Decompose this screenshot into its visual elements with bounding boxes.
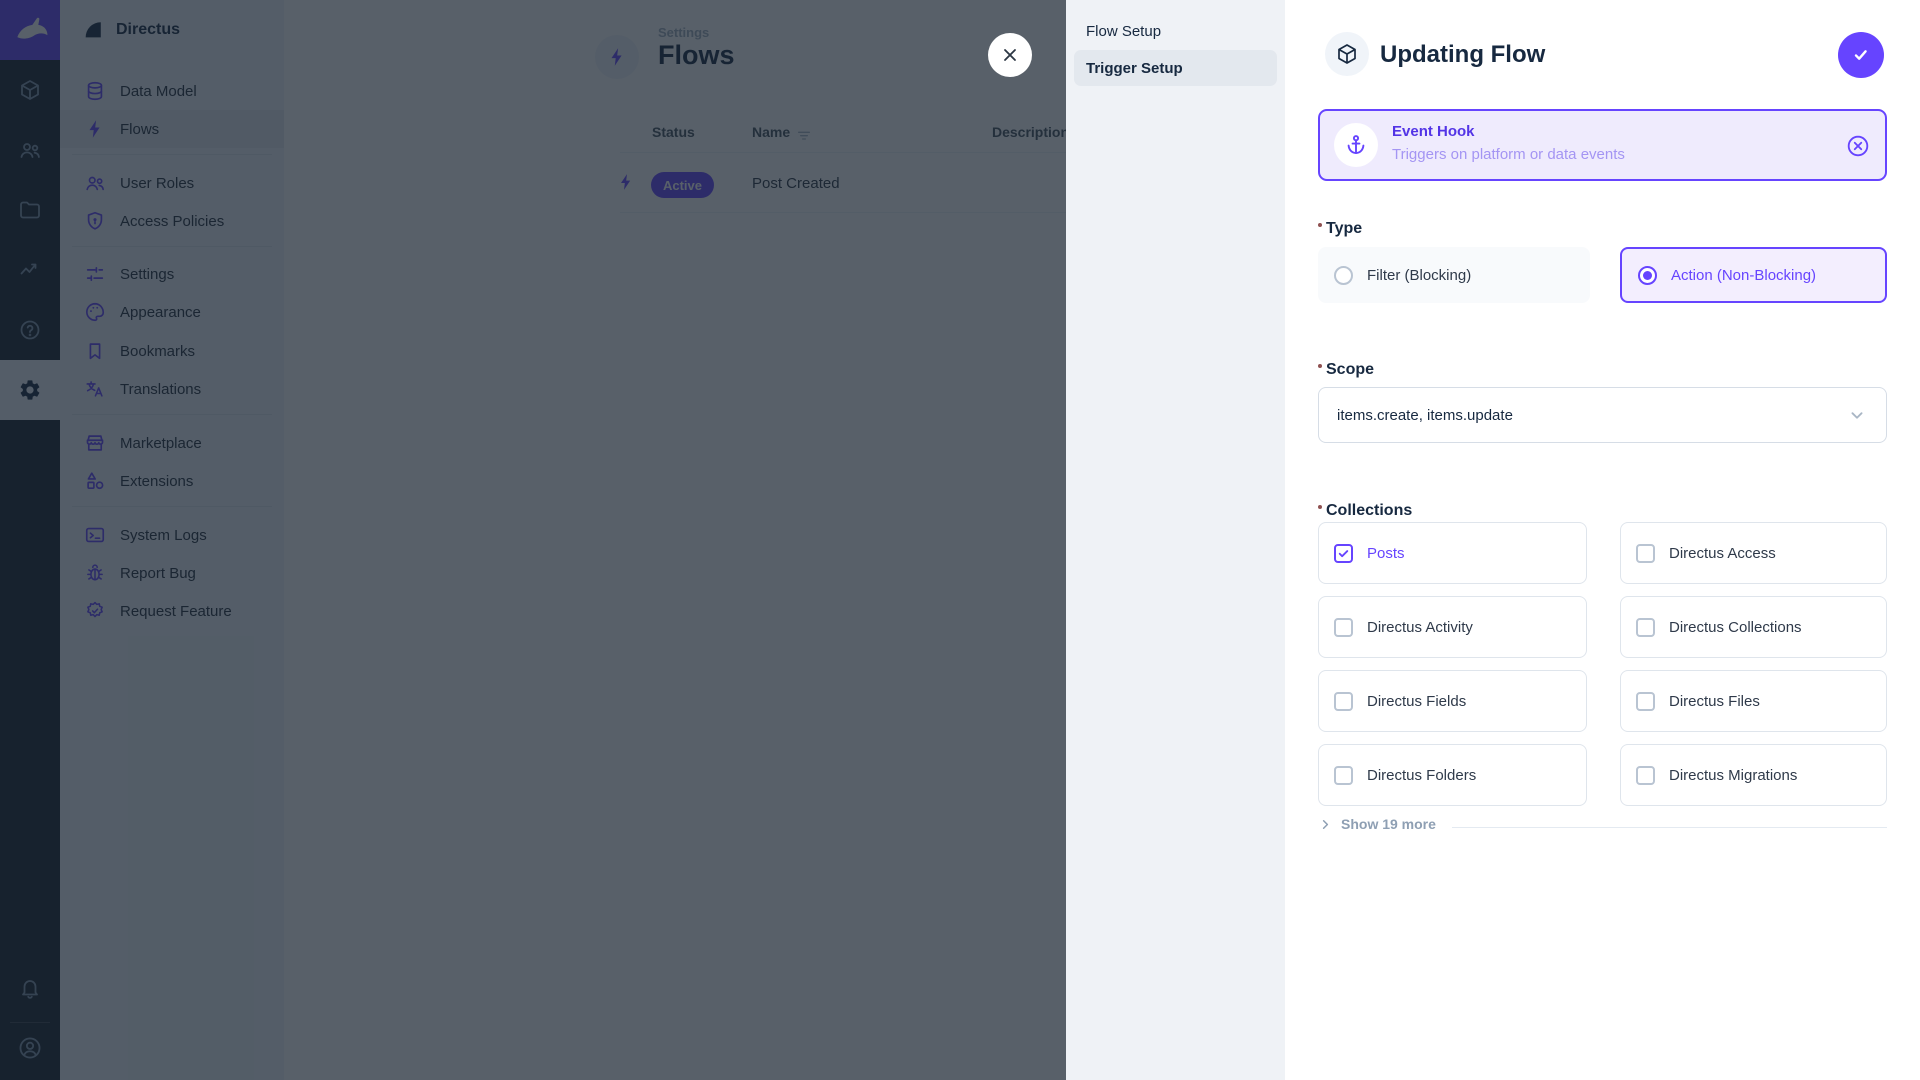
required-dot (1318, 505, 1322, 509)
chevron-right-icon (1318, 817, 1333, 832)
show-more-divider (1452, 827, 1887, 828)
check-icon (1850, 44, 1872, 66)
collection-label: Posts (1367, 545, 1405, 562)
drawer-title-icon-circle (1325, 32, 1369, 76)
collection-label: Directus Migrations (1669, 767, 1797, 784)
drawer-title: Updating Flow (1380, 41, 1545, 69)
type-option-label: Filter (Blocking) (1367, 267, 1471, 284)
collection-option-directus-fields[interactable]: Directus Fields (1318, 670, 1587, 732)
collection-label: Directus Folders (1367, 767, 1476, 784)
type-option-action[interactable]: Action (Non-Blocking) (1620, 247, 1887, 303)
type-option-label: Action (Non-Blocking) (1671, 267, 1816, 284)
drawer-backdrop[interactable] (0, 0, 1066, 1080)
collection-label: Directus Collections (1669, 619, 1802, 636)
collection-option-directus-activity[interactable]: Directus Activity (1318, 596, 1587, 658)
chevron-down-icon (1846, 404, 1868, 426)
cube-icon (1335, 42, 1359, 66)
directus-app: Directus Data Model Flows User Roles Acc… (0, 0, 1920, 1080)
collections-field-label: Collections (1326, 502, 1412, 520)
type-field-label: Type (1326, 220, 1362, 238)
trigger-type-banner[interactable]: Event Hook Triggers on platform or data … (1318, 109, 1887, 181)
collection-option-posts[interactable]: Posts (1318, 522, 1587, 584)
checkbox-icon (1636, 544, 1655, 563)
collection-label: Directus Fields (1367, 693, 1466, 710)
show-more-button[interactable]: Show 19 more (1318, 816, 1436, 832)
show-more-label: Show 19 more (1341, 816, 1436, 832)
checkbox-icon (1636, 692, 1655, 711)
checkbox-icon (1334, 692, 1353, 711)
drawer-nav-trigger-setup[interactable]: Trigger Setup (1074, 50, 1277, 86)
close-icon (1000, 45, 1020, 65)
banner-title: Event Hook (1392, 123, 1475, 140)
drawer-nav: Flow Setup Trigger Setup (1066, 0, 1285, 1080)
type-label-text: Type (1326, 220, 1362, 237)
collection-option-directus-access[interactable]: Directus Access (1620, 522, 1887, 584)
drawer-nav-flow-setup[interactable]: Flow Setup (1074, 13, 1277, 49)
scope-field-label: Scope (1326, 361, 1374, 379)
radio-off-icon (1334, 266, 1353, 285)
anchor-icon (1344, 133, 1368, 157)
collection-option-directus-migrations[interactable]: Directus Migrations (1620, 744, 1887, 806)
collection-option-directus-files[interactable]: Directus Files (1620, 670, 1887, 732)
checkbox-icon (1334, 618, 1353, 637)
scope-label-text: Scope (1326, 361, 1374, 378)
required-dot (1318, 364, 1322, 368)
collection-option-directus-folders[interactable]: Directus Folders (1318, 744, 1587, 806)
collections-label-text: Collections (1326, 502, 1412, 519)
radio-on-icon (1638, 266, 1657, 285)
close-drawer-button[interactable] (988, 33, 1032, 77)
banner-subtitle: Triggers on platform or data events (1392, 146, 1625, 163)
scope-select-value: items.create, items.update (1337, 407, 1513, 424)
save-button[interactable] (1838, 32, 1884, 78)
collection-option-directus-collections[interactable]: Directus Collections (1620, 596, 1887, 658)
checkbox-icon (1636, 766, 1655, 785)
banner-icon-circle (1334, 123, 1378, 167)
remove-trigger-icon[interactable] (1845, 133, 1871, 159)
collection-label: Directus Access (1669, 545, 1776, 562)
type-option-filter[interactable]: Filter (Blocking) (1318, 247, 1590, 303)
collection-label: Directus Activity (1367, 619, 1473, 636)
required-dot (1318, 223, 1322, 227)
scope-select[interactable]: items.create, items.update (1318, 387, 1887, 443)
checkbox-checked-icon (1334, 544, 1353, 563)
checkbox-icon (1334, 766, 1353, 785)
checkbox-icon (1636, 618, 1655, 637)
collection-label: Directus Files (1669, 693, 1760, 710)
